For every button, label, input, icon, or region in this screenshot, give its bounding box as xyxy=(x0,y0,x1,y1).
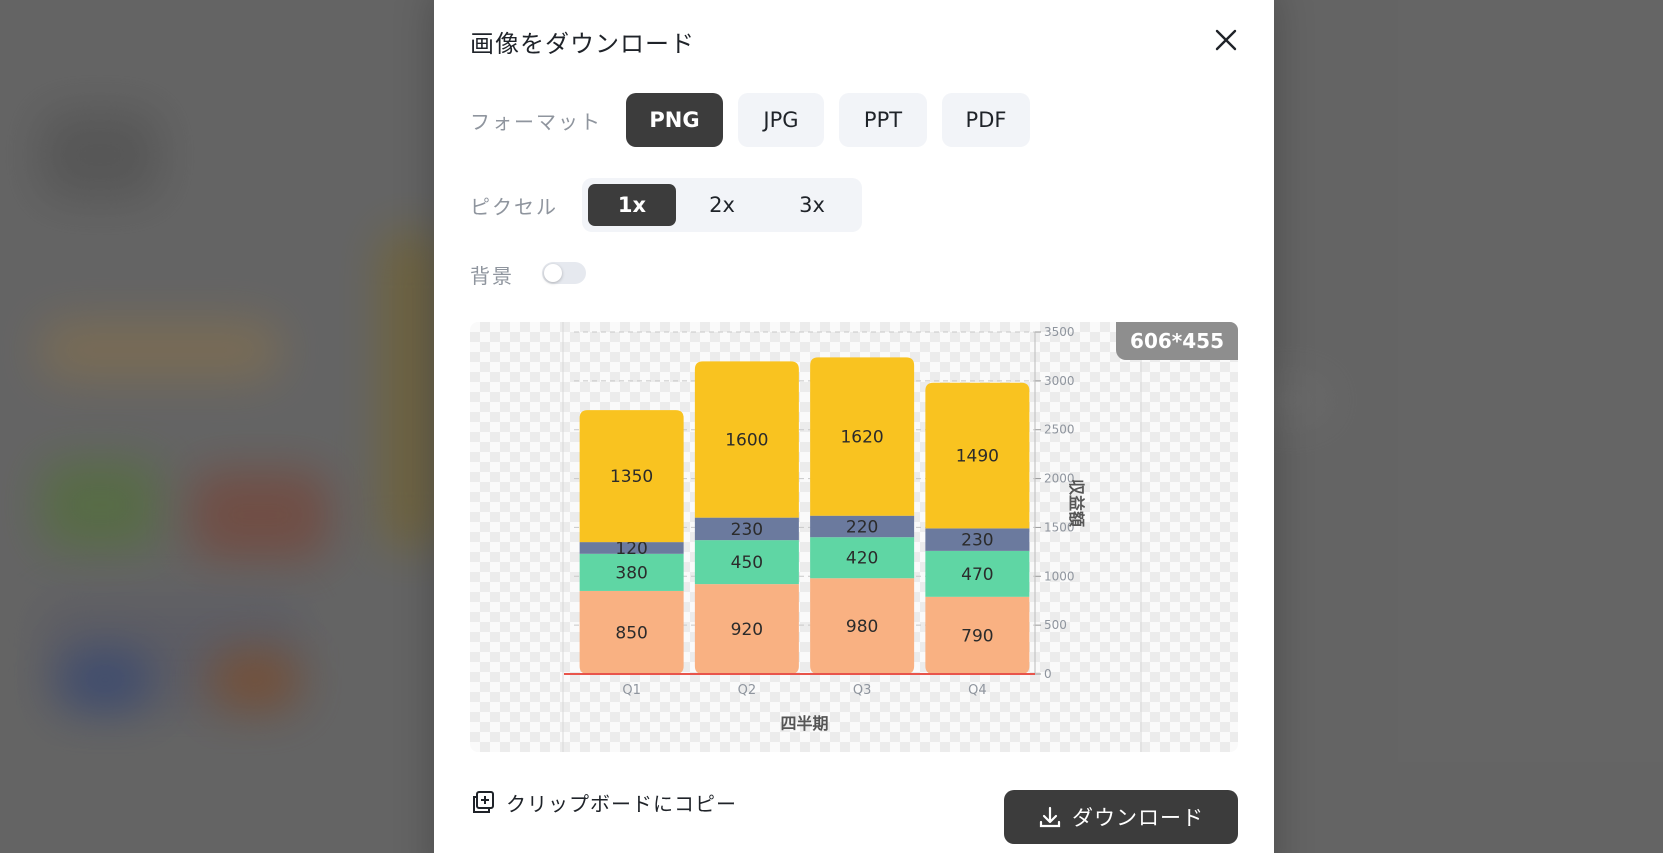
close-button[interactable] xyxy=(1212,26,1240,54)
format-ppt-button[interactable]: PPT xyxy=(839,93,927,147)
x-tick-label: Q1 xyxy=(622,683,641,698)
pixel-scale-selector: 1x 2x 3x xyxy=(582,178,862,232)
close-icon xyxy=(1215,29,1237,51)
format-pdf-button[interactable]: PDF xyxy=(942,93,1030,147)
format-jpg-button[interactable]: JPG xyxy=(738,93,824,147)
bar-value-label: 230 xyxy=(731,520,763,540)
bar-value-label: 980 xyxy=(846,617,878,637)
bar-value-label: 790 xyxy=(961,626,993,646)
background-label: 背景 xyxy=(470,264,514,288)
y-tick-label: 3500 xyxy=(1044,325,1075,339)
y-tick-label: 1000 xyxy=(1044,569,1075,583)
bar-value-label: 1620 xyxy=(840,428,883,448)
pixel-2x-option[interactable]: 2x xyxy=(678,184,766,226)
bar-value-label: 230 xyxy=(961,531,993,551)
background-toggle[interactable] xyxy=(542,262,586,284)
pixel-3x-option[interactable]: 3x xyxy=(768,184,856,226)
y-tick-label: 500 xyxy=(1044,618,1067,632)
pixel-1x-option[interactable]: 1x xyxy=(588,184,676,226)
format-label: フォーマット xyxy=(470,110,602,134)
copy-to-clipboard-button[interactable]: クリップボードにコピー xyxy=(470,784,737,820)
stacked-bar-chart: 0500100015002000250030003500850380120135… xyxy=(562,322,1142,752)
download-icon xyxy=(1039,806,1061,828)
copy-to-clipboard-label: クリップボードにコピー xyxy=(506,791,737,816)
bar-value-label: 470 xyxy=(961,565,993,585)
copy-icon xyxy=(473,791,494,813)
x-tick-label: Q3 xyxy=(853,683,872,698)
toggle-knob xyxy=(544,264,562,282)
image-size-badge: 606*455 xyxy=(1116,322,1238,360)
y-axis-title: 収益額 xyxy=(1067,479,1086,527)
y-tick-label: 0 xyxy=(1044,667,1052,681)
x-axis-title: 四半期 xyxy=(780,714,828,733)
download-button[interactable]: ダウンロード xyxy=(1004,790,1238,844)
y-tick-label: 3000 xyxy=(1044,374,1075,388)
bar-value-label: 380 xyxy=(615,563,647,583)
pixel-label: ピクセル xyxy=(470,195,558,219)
format-png-button[interactable]: PNG xyxy=(626,93,723,147)
y-tick-label: 2500 xyxy=(1044,423,1075,437)
download-label: ダウンロード xyxy=(1072,806,1204,830)
x-tick-label: Q2 xyxy=(738,683,757,698)
bar-value-label: 850 xyxy=(615,623,647,643)
bar-value-label: 1490 xyxy=(956,447,999,467)
dialog-title: 画像をダウンロード xyxy=(470,30,695,58)
bar-value-label: 420 xyxy=(846,549,878,569)
download-image-dialog: 画像をダウンロード フォーマット PNG JPG PPT PDF ピクセル 1x… xyxy=(434,0,1274,853)
bar-value-label: 920 xyxy=(731,620,763,640)
chart-preview: 0 500 1000 1500 2000 2500 3000 3500 850 380 120 135… xyxy=(470,322,1238,752)
bar-value-label: 220 xyxy=(846,517,878,537)
bar-value-label: 1350 xyxy=(610,467,653,487)
bar-value-label: 1600 xyxy=(725,430,768,450)
bar-value-label: 450 xyxy=(731,553,763,573)
x-tick-label: Q4 xyxy=(968,683,987,698)
